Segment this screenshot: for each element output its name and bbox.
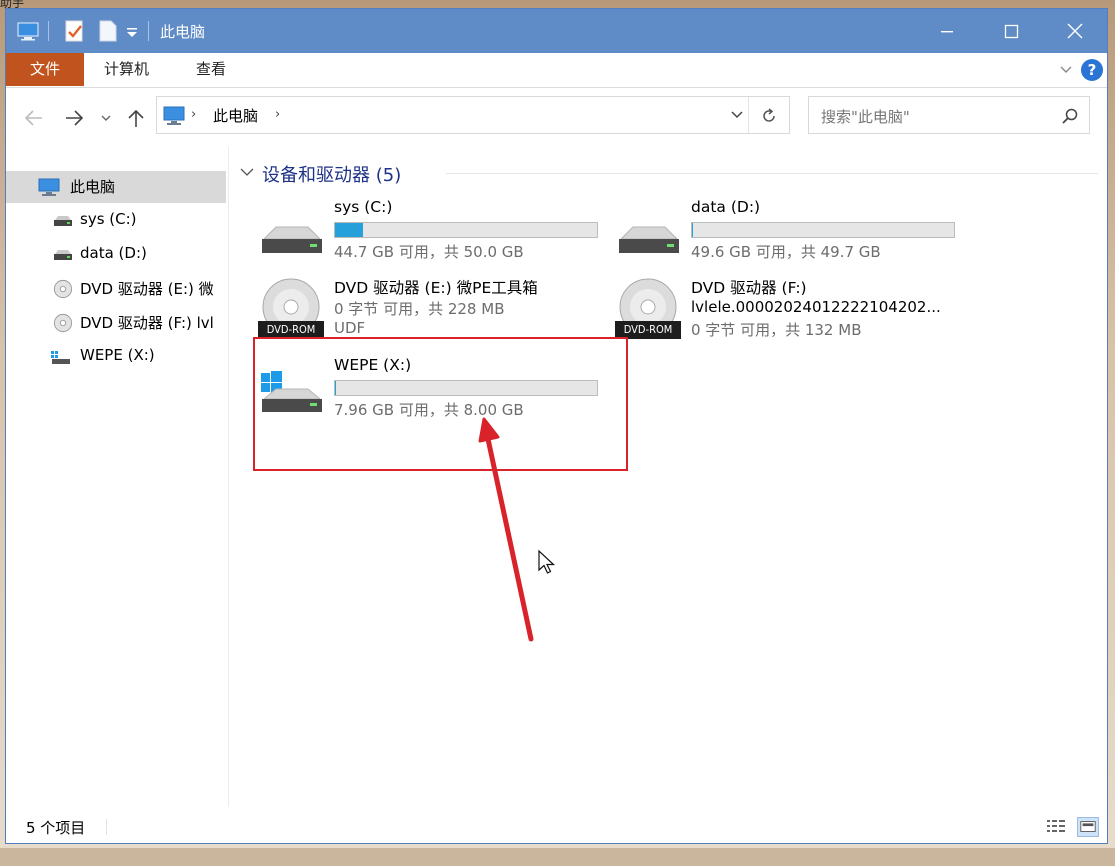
search-box[interactable]: 搜索"此电脑" [808,96,1090,134]
drive-space-info: 0 字节 可用，共 228 MB [334,300,505,318]
drive-name: sys (C:) [334,198,393,216]
drive-usage-bar [691,222,955,238]
drive-space-info: 44.7 GB 可用，共 50.0 GB [334,243,524,261]
group-header-devices[interactable]: 设备和驱动器 (5) [238,159,1098,187]
nav-item-this-pc[interactable]: 此电脑 [6,171,226,203]
breadcrumb-this-pc[interactable]: 此电脑 [213,105,258,126]
properties-icon[interactable] [64,19,86,43]
drive-icon [54,250,72,260]
address-separator [748,97,749,133]
navigation-bar: › 此电脑 › 搜索"此电脑" [6,87,1107,147]
search-icon[interactable] [1061,107,1079,125]
computer-icon [17,22,39,41]
quick-access-separator [148,21,149,41]
annotation-highlight-box [253,337,628,471]
drive-name: data (D:) [691,198,761,216]
help-button[interactable]: ? [1081,59,1103,81]
drive-icon [54,216,72,226]
file-explorer-window: 此电脑 文件 计算机 查看 ? › 此电脑 › 搜索"此电脑" 此电脑 sys … [5,8,1108,844]
tab-view[interactable]: 查看 [196,53,226,86]
dvd-icon [53,279,73,299]
quick-access-separator [48,21,49,41]
drive-tile-d[interactable]: data (D:) 49.6 GB 可用，共 49.7 GB [615,198,975,269]
desktop-bottom-strip [0,848,1115,866]
drive-space-info: 49.6 GB 可用，共 49.7 GB [691,243,881,261]
drive-usage-fill [335,223,363,237]
drive-volume-label: lvlele.00002024012222104202... [691,298,941,316]
nav-item-dvd-f[interactable]: DVD 驱动器 (F:) lvl [6,307,226,339]
forward-button[interactable] [62,107,86,129]
refresh-button[interactable] [759,106,779,126]
status-separator [106,819,107,835]
back-button[interactable] [22,107,46,129]
window-title: 此电脑 [160,23,206,41]
drive-name: DVD 驱动器 (F:) [691,279,807,297]
large-icons-view-icon[interactable] [1077,817,1099,837]
nav-item-data-d[interactable]: data (D:) [6,239,226,271]
drive-space-info: 0 字节 可用，共 132 MB [691,321,862,339]
up-button[interactable] [124,107,148,129]
status-bar: 5 个项目 [6,811,1107,843]
nav-item-label: 此电脑 [70,178,116,196]
address-bar[interactable]: › 此电脑 › [156,96,790,134]
dvd-icon [53,313,73,333]
drive-filesystem: UDF [334,319,366,337]
breadcrumb-chevron-icon[interactable]: › [191,107,196,122]
minimize-button[interactable] [915,9,979,53]
nav-item-label: data (D:) [80,244,147,262]
drive-usage-bar [334,222,598,238]
nav-item-label: WEPE (X:) [80,346,155,364]
item-count: 5 个项目 [26,819,86,837]
search-placeholder[interactable]: 搜索"此电脑" [821,106,910,127]
chevron-down-icon[interactable] [240,165,254,179]
nav-item-label: DVD 驱动器 (F:) lvl [80,314,214,332]
title-bar[interactable]: 此电脑 [6,9,1107,53]
customize-quick-access-icon[interactable] [124,19,140,43]
close-button[interactable] [1043,9,1107,53]
nav-item-label: DVD 驱动器 (E:) 微 [80,280,214,298]
navigation-pane: 此电脑 sys (C:) data (D:) DVD 驱动器 (E:) 微 DV… [6,147,229,807]
group-title: 设备和驱动器 (5) [262,165,402,186]
drive-tile-dvd-f[interactable]: DVD-ROM DVD 驱动器 (F:) lvlele.000020240122… [615,277,975,347]
tab-file[interactable]: 文件 [6,53,84,86]
nav-item-label: sys (C:) [80,210,137,228]
ribbon: 文件 计算机 查看 ? [6,53,1107,88]
nav-item-dvd-e[interactable]: DVD 驱动器 (E:) 微 [6,273,226,305]
drive-usage-fill [692,223,693,237]
mouse-cursor-icon [538,549,556,574]
group-divider [446,173,1098,174]
new-folder-icon[interactable] [98,19,118,43]
computer-icon [163,106,185,125]
drive-name: DVD 驱动器 (E:) 微PE工具箱 [334,279,538,297]
breadcrumb-chevron-icon[interactable]: › [275,107,280,122]
expand-ribbon-icon[interactable] [1059,63,1073,77]
details-view-icon[interactable] [1045,817,1067,837]
nav-item-wepe-x[interactable]: WEPE (X:) [6,341,226,373]
hard-drive-icon [262,226,322,253]
tab-computer[interactable]: 计算机 [104,53,149,86]
recent-locations-button[interactable] [98,107,114,129]
computer-icon [38,178,60,196]
nav-item-sys-c[interactable]: sys (C:) [6,205,226,237]
drive-tile-c[interactable]: sys (C:) 44.7 GB 可用，共 50.0 GB [258,198,618,269]
maximize-button[interactable] [979,9,1043,53]
hard-drive-icon [619,226,679,253]
usb-drive-icon [51,351,70,364]
address-history-dropdown[interactable] [729,107,745,123]
